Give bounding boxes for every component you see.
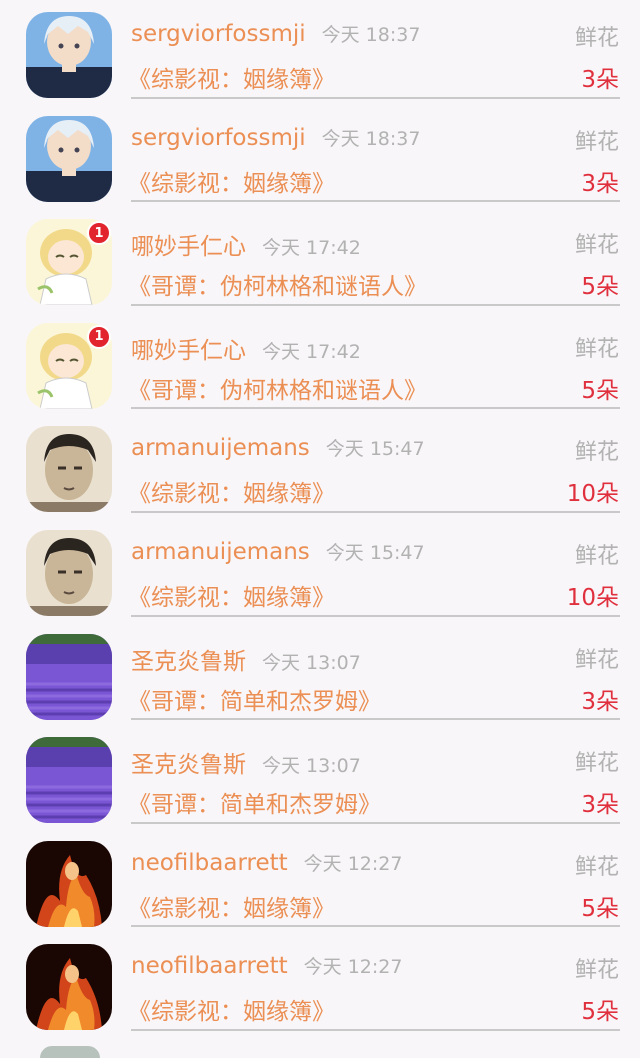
book-title[interactable]: 《综影视：姻缘簿》 xyxy=(128,578,335,612)
gift-count: 3朵 xyxy=(581,170,619,197)
username[interactable]: neofilbaarrett 今天 12:27 xyxy=(131,952,402,979)
username[interactable]: neofilbaarrett 今天 12:27 xyxy=(131,849,402,876)
sketch-portrait-avatar[interactable] xyxy=(26,529,112,616)
username[interactable]: sergviorfossmji 今天 18:37 xyxy=(131,124,420,151)
username[interactable]: armanuijemans 今天 15:47 xyxy=(131,538,425,565)
gift-type: 鲜花 xyxy=(574,129,619,155)
gift-type: 鲜花 xyxy=(574,440,619,466)
gift-type: 鲜花 xyxy=(574,543,619,569)
gift-count: 3朵 xyxy=(581,688,619,715)
gift-type: 鲜花 xyxy=(574,647,619,673)
username[interactable]: 圣克炎鲁斯 今天 13:07 xyxy=(131,745,361,779)
book-title[interactable]: 《哥谭：伪柯林格和谜语人》 xyxy=(128,371,427,405)
divider xyxy=(131,821,620,824)
book-title[interactable]: 《哥谭：伪柯林格和谜语人》 xyxy=(128,267,427,301)
timestamp: 今天 13:07 xyxy=(262,651,361,674)
sketch-portrait-avatar[interactable] xyxy=(26,426,112,513)
timestamp: 今天 13:07 xyxy=(262,755,361,778)
timestamp: 今天 18:37 xyxy=(321,24,421,46)
gift-type: 鲜花 xyxy=(574,854,619,880)
book-title[interactable]: 《哥谭：简单和杰罗姆》 xyxy=(128,682,381,716)
gift-type: 鲜花 xyxy=(574,26,619,51)
timestamp: 今天 12:27 xyxy=(303,956,403,979)
gift-count: 5朵 xyxy=(581,377,619,404)
list-item[interactable]: neofilbaarrett 今天 12:27 鲜花 《综影视：姻缘簿》 5朵 xyxy=(0,932,640,1036)
book-title[interactable]: 《综影视：姻缘簿》 xyxy=(128,889,335,923)
gift-count: 10朵 xyxy=(566,481,619,508)
gift-record-list: sergviorfossmji 今天 18:37 鲜花 《综影视：姻缘簿》 3朵 … xyxy=(0,0,640,1036)
notification-badge: 1 xyxy=(87,221,111,246)
list-item[interactable]: 圣克炎鲁斯 今天 13:07 鲜花 《哥谭：简单和杰罗姆》 3朵 xyxy=(0,725,640,829)
username[interactable]: 哪妙手仁心 今天 17:42 xyxy=(131,227,361,261)
timestamp: 今天 15:47 xyxy=(325,438,425,461)
list-item[interactable]: 圣克炎鲁斯 今天 13:07 鲜花 《哥谭：简单和杰罗姆》 3朵 xyxy=(0,622,640,726)
book-title[interactable]: 《哥谭：简单和杰罗姆》 xyxy=(128,785,381,819)
username[interactable]: 圣克炎鲁斯 今天 13:07 xyxy=(131,642,361,676)
timestamp: 今天 17:42 xyxy=(262,237,361,260)
list-item[interactable]: neofilbaarrett 今天 12:27 鲜花 《综影视：姻缘簿》 5朵 xyxy=(0,829,640,933)
book-title[interactable]: 《综影视：姻缘簿》 xyxy=(128,992,335,1026)
gift-type: 鲜花 xyxy=(574,958,619,984)
anime-boy-avatar[interactable] xyxy=(26,115,112,202)
gift-count: 3朵 xyxy=(581,792,619,819)
fire-figure-avatar[interactable] xyxy=(26,840,112,927)
gift-type: 鲜花 xyxy=(574,233,619,259)
username[interactable]: 哪妙手仁心 今天 17:42 xyxy=(131,331,361,365)
timestamp: 今天 18:37 xyxy=(321,127,421,150)
gift-count: 3朵 xyxy=(581,67,619,93)
divider xyxy=(131,200,620,203)
list-item[interactable]: armanuijemans 今天 15:47 鲜花 《综影视：姻缘簿》 10朵 xyxy=(0,518,640,622)
notification-badge: 1 xyxy=(87,324,111,349)
username[interactable]: sergviorfossmji 今天 18:37 xyxy=(131,20,420,47)
timestamp: 今天 12:27 xyxy=(303,852,403,875)
list-item[interactable]: 1 哪妙手仁心 今天 17:42 鲜花 《哥谭：伪柯林格和谜语人》 5朵 xyxy=(0,311,640,415)
gift-count: 10朵 xyxy=(566,584,619,611)
timestamp: 今天 15:47 xyxy=(325,541,425,564)
gift-count: 5朵 xyxy=(581,895,619,922)
divider xyxy=(131,925,620,928)
divider xyxy=(131,407,620,410)
lavender-field-avatar[interactable] xyxy=(26,737,112,824)
divider xyxy=(131,614,620,617)
divider xyxy=(131,510,620,513)
book-title[interactable]: 《综影视：姻缘簿》 xyxy=(128,474,335,508)
divider xyxy=(131,96,620,99)
list-item[interactable]: 1 哪妙手仁心 今天 17:42 鲜花 《哥谭：伪柯林格和谜语人》 5朵 xyxy=(0,207,640,311)
list-item[interactable]: sergviorfossmji 今天 18:37 鲜花 《综影视：姻缘簿》 3朵 xyxy=(0,104,640,208)
next-item-avatar xyxy=(40,1046,100,1058)
book-title[interactable]: 《综影视：姻缘簿》 xyxy=(128,60,335,94)
divider xyxy=(131,1028,620,1031)
gift-count: 5朵 xyxy=(581,274,619,301)
lavender-field-avatar[interactable] xyxy=(26,633,112,720)
list-item[interactable]: armanuijemans 今天 15:47 鲜花 《综影视：姻缘簿》 10朵 xyxy=(0,414,640,518)
divider xyxy=(131,303,620,306)
anime-boy-avatar[interactable] xyxy=(26,12,112,98)
fire-figure-avatar[interactable] xyxy=(26,944,112,1031)
list-item[interactable]: sergviorfossmji 今天 18:37 鲜花 《综影视：姻缘簿》 3朵 xyxy=(0,0,640,104)
username[interactable]: armanuijemans 今天 15:47 xyxy=(131,434,425,461)
gift-count: 5朵 xyxy=(581,999,619,1026)
gift-type: 鲜花 xyxy=(574,751,619,777)
timestamp: 今天 17:42 xyxy=(262,340,361,363)
gift-type: 鲜花 xyxy=(574,336,619,362)
book-title[interactable]: 《综影视：姻缘簿》 xyxy=(128,164,335,198)
divider xyxy=(131,718,620,721)
